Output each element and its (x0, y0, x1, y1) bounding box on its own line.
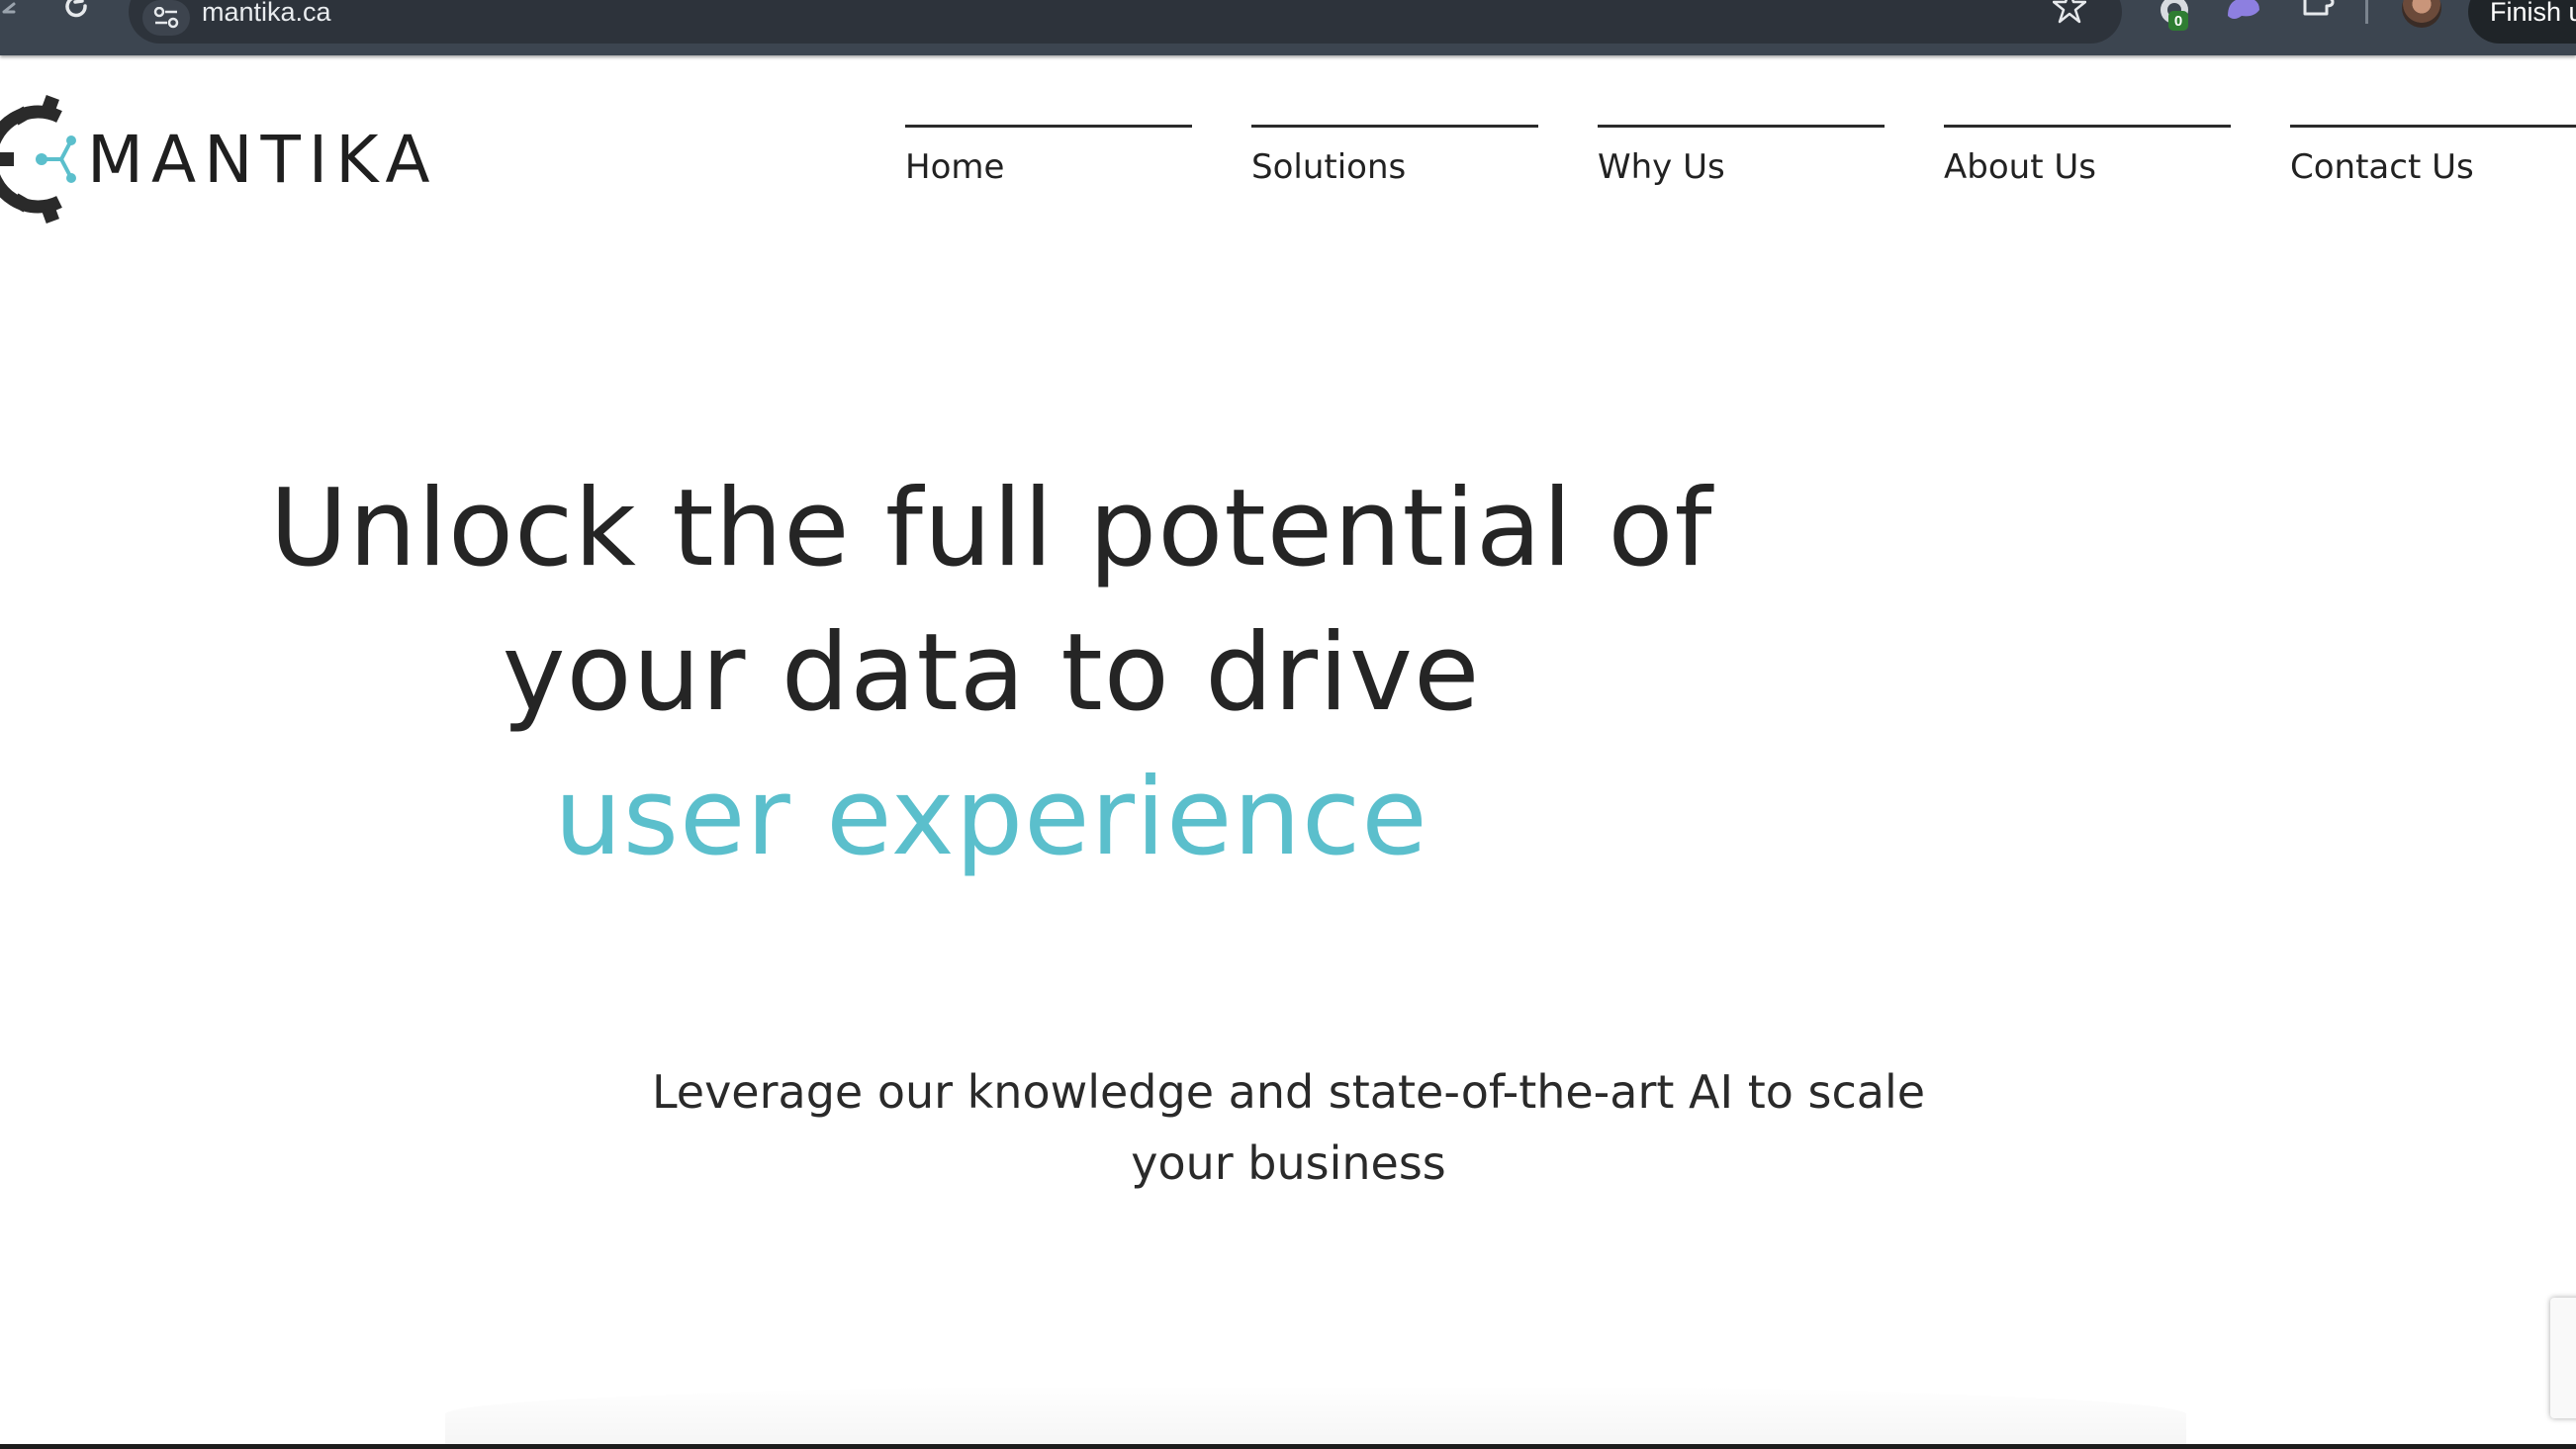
recaptcha-badge[interactable] (2550, 1298, 2576, 1418)
url-text[interactable]: mantika.ca (202, 0, 331, 26)
profile-avatar[interactable] (2402, 0, 2441, 28)
nav-about-us[interactable]: About Us (1944, 125, 2231, 194)
ai-extension-icon[interactable] (2224, 0, 2263, 28)
extension-badge: 0 (2168, 11, 2188, 31)
site-logo[interactable]: MANTIKA (0, 95, 438, 224)
hero-title-line-2: your data to drive (502, 611, 1481, 735)
site-settings-icon[interactable] (142, 0, 190, 36)
toolbar-divider (2365, 0, 2368, 24)
nav-home[interactable]: Home (905, 125, 1192, 194)
nav-solutions[interactable]: Solutions (1251, 125, 1538, 194)
finish-update-button[interactable]: Finish u (2468, 0, 2576, 44)
address-bar[interactable]: mantika.ca (129, 0, 2122, 44)
bottom-divider (0, 1444, 2576, 1449)
nav-why-us[interactable]: Why Us (1598, 125, 1885, 194)
hero-title-highlight: user experience (554, 756, 1428, 879)
hero-title-line-1: Unlock the full potential of (269, 467, 1713, 590)
extensions-puzzle-icon[interactable] (2297, 0, 2337, 28)
browser-toolbar: mantika.ca 0 Finish u (0, 0, 2576, 55)
bookmark-star-icon[interactable] (2052, 0, 2087, 32)
reload-icon[interactable] (61, 0, 91, 24)
logo-gear-icon (0, 95, 76, 224)
section-shadow (445, 1385, 2186, 1444)
nav-contact-us[interactable]: Contact Us (2290, 125, 2576, 194)
logo-text: MANTIKA (87, 121, 438, 198)
hero-subtitle: Leverage our knowledge and state-of-the-… (651, 1065, 1926, 1190)
back-arrow-icon[interactable] (0, 0, 22, 22)
